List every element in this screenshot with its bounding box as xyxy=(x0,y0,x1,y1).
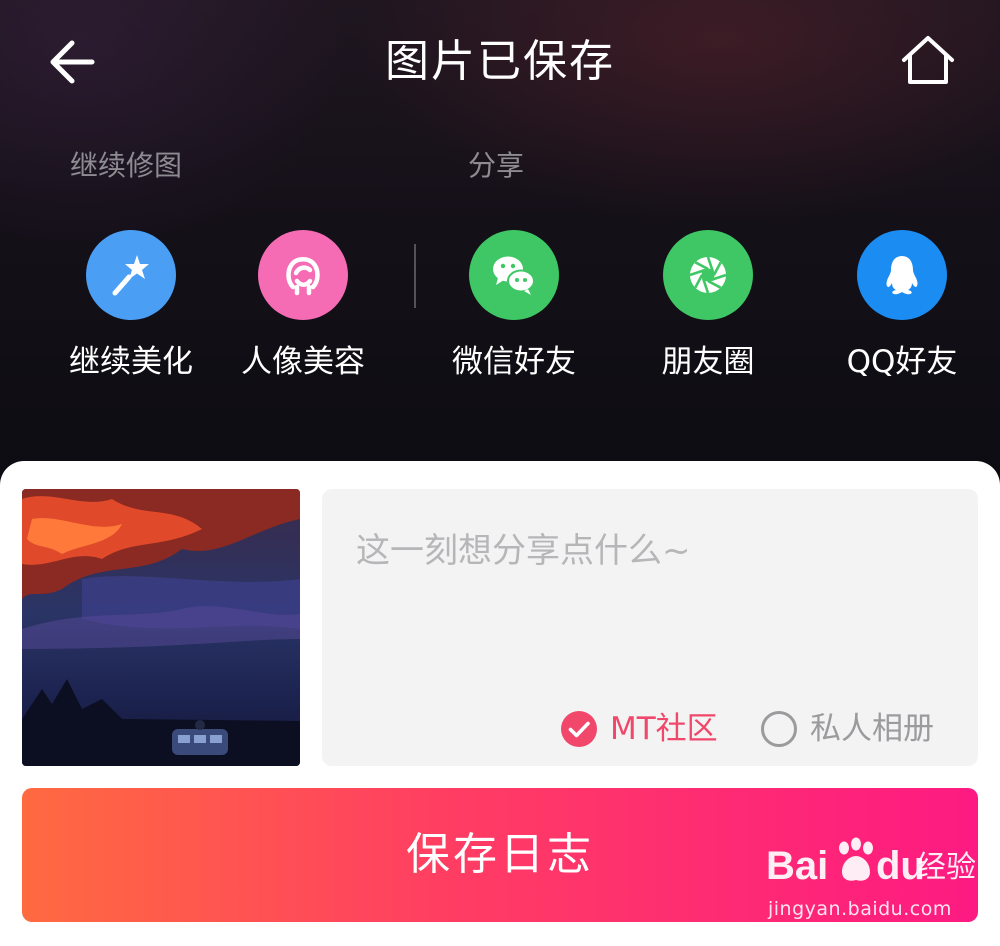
mt-community-option[interactable]: MT社区 xyxy=(560,707,718,751)
qq-penguin-icon xyxy=(857,230,947,320)
face-outline-icon xyxy=(258,230,348,320)
section-divider xyxy=(414,244,416,308)
share-section-label: 分享 xyxy=(468,149,525,182)
portrait-beauty-label: 人像美容 xyxy=(241,344,365,380)
watermark-url: jingyan.baidu.com xyxy=(768,898,952,920)
continue-edit-section-label: 继续修图 xyxy=(70,149,183,182)
share-wechat-friends-label: 微信好友 xyxy=(452,344,576,380)
saved-image-thumbnail[interactable] xyxy=(22,489,300,766)
page-title: 图片已保存 xyxy=(385,36,615,87)
watermark-brand-jingyan: 经验 xyxy=(916,850,976,885)
post-text-input[interactable]: 这一刻想分享点什么~ MT社区 私人相册 xyxy=(322,489,978,766)
private-album-option[interactable]: 私人相册 xyxy=(760,707,934,751)
post-text-placeholder: 这一刻想分享点什么~ xyxy=(356,531,691,571)
checked-circle-icon xyxy=(560,710,598,748)
share-qq-friends-label: QQ好友 xyxy=(846,344,958,380)
continue-beautify-label: 继续美化 xyxy=(69,344,193,380)
private-album-label: 私人相册 xyxy=(810,711,934,747)
mt-community-label: MT社区 xyxy=(610,711,718,747)
share-wechat-friends-button[interactable]: 微信好友 xyxy=(434,230,594,382)
baidu-jingyan-watermark: Bai du 经验 jingyan.baidu.com xyxy=(766,836,976,928)
unchecked-circle-icon xyxy=(760,710,798,748)
portrait-beauty-button[interactable]: 人像美容 xyxy=(223,230,383,382)
share-moments-label: 朋友圈 xyxy=(661,344,755,380)
save-log-label: 保存日志 xyxy=(406,829,594,880)
moments-shutter-icon xyxy=(663,230,753,320)
continue-beautify-button[interactable]: 继续美化 xyxy=(51,230,211,382)
wechat-icon xyxy=(469,230,559,320)
share-moments-button[interactable]: 朋友圈 xyxy=(628,230,788,382)
magic-wand-icon xyxy=(86,230,176,320)
watermark-brand-bai: Bai xyxy=(766,844,829,888)
baidu-paw-icon xyxy=(839,837,873,881)
home-button[interactable] xyxy=(894,30,962,94)
home-icon xyxy=(902,36,954,84)
share-qq-friends-button[interactable]: QQ好友 xyxy=(822,230,982,382)
